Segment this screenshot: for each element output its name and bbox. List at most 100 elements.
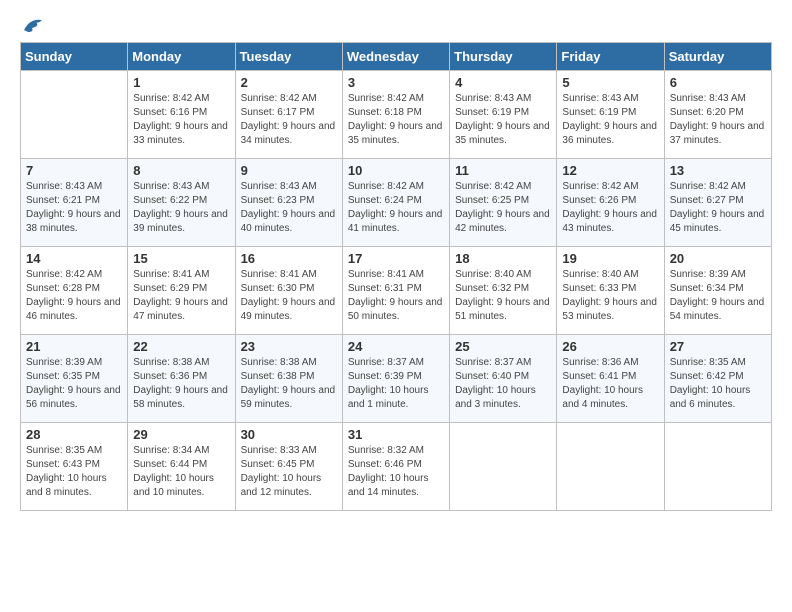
logo — [20, 16, 44, 34]
day-info: Sunrise: 8:40 AMSunset: 6:32 PMDaylight:… — [455, 268, 551, 324]
day-info: Sunrise: 8:42 AMSunset: 6:18 PMDaylight:… — [348, 92, 444, 148]
calendar-cell: 6Sunrise: 8:43 AMSunset: 6:20 PMDaylight… — [664, 71, 771, 159]
calendar-cell: 17 Sunrise: 8:41 AMSunset: 6:31 PMDayligh… — [342, 247, 449, 335]
calendar-table: SundayMondayTuesdayWednesdayThursdayFrid… — [20, 42, 772, 511]
day-info: Sunrise: 8:40 AMSunset: 6:33 PMDaylight:… — [562, 268, 658, 324]
day-info: Sunrise: 8:42 AMSunset: 6:24 PMDaylight:… — [348, 180, 444, 236]
day-number: 1 — [133, 75, 229, 90]
day-info: Sunrise: 8:39 AMSunset: 6:34 PMDaylight:… — [670, 268, 766, 324]
day-number: 25 — [455, 339, 551, 354]
day-number: 24 — [348, 339, 444, 354]
day-number: 2 — [241, 75, 337, 90]
day-number: 18 — [455, 251, 551, 266]
day-info: Sunrise: 8:34 AMSunset: 6:44 PMDaylight:… — [133, 444, 229, 500]
calendar-cell — [21, 71, 128, 159]
day-number: 23 — [241, 339, 337, 354]
day-number: 21 — [26, 339, 122, 354]
day-info: Sunrise: 8:42 AMSunset: 6:28 PMDaylight:… — [26, 268, 122, 324]
calendar-week-row: 28Sunrise: 8:35 AMSunset: 6:43 PMDayligh… — [21, 423, 772, 511]
logo-bird-icon — [22, 16, 44, 34]
day-info: Sunrise: 8:37 AMSunset: 6:39 PMDaylight:… — [348, 356, 444, 412]
day-header-saturday: Saturday — [664, 43, 771, 71]
day-number: 13 — [670, 163, 766, 178]
calendar-cell: 30 Sunrise: 8:33 AMSunset: 6:45 PMDayligh… — [235, 423, 342, 511]
calendar-header-row: SundayMondayTuesdayWednesdayThursdayFrid… — [21, 43, 772, 71]
calendar-cell: 9 Sunrise: 8:43 AMSunset: 6:23 PMDaylight… — [235, 159, 342, 247]
day-info: Sunrise: 8:41 AMSunset: 6:29 PMDaylight:… — [133, 268, 229, 324]
day-info: Sunrise: 8:42 AMSunset: 6:27 PMDaylight:… — [670, 180, 766, 236]
page-header — [20, 16, 772, 34]
day-number: 8 — [133, 163, 229, 178]
calendar-cell: 23 Sunrise: 8:38 AMSunset: 6:38 PMDayligh… — [235, 335, 342, 423]
calendar-cell: 28Sunrise: 8:35 AMSunset: 6:43 PMDayligh… — [21, 423, 128, 511]
day-header-thursday: Thursday — [450, 43, 557, 71]
calendar-cell: 5 Sunrise: 8:43 AMSunset: 6:19 PMDaylight… — [557, 71, 664, 159]
calendar-cell: 29 Sunrise: 8:34 AMSunset: 6:44 PMDayligh… — [128, 423, 235, 511]
day-info: Sunrise: 8:41 AMSunset: 6:30 PMDaylight:… — [241, 268, 337, 324]
calendar-week-row: 14 Sunrise: 8:42 AMSunset: 6:28 PMDayligh… — [21, 247, 772, 335]
calendar-cell: 12 Sunrise: 8:42 AMSunset: 6:26 PMDayligh… — [557, 159, 664, 247]
calendar-cell: 1Sunrise: 8:42 AMSunset: 6:16 PMDaylight… — [128, 71, 235, 159]
calendar-cell: 4 Sunrise: 8:43 AMSunset: 6:19 PMDaylight… — [450, 71, 557, 159]
calendar-cell: 21 Sunrise: 8:39 AMSunset: 6:35 PMDayligh… — [21, 335, 128, 423]
day-number: 15 — [133, 251, 229, 266]
day-header-sunday: Sunday — [21, 43, 128, 71]
day-number: 16 — [241, 251, 337, 266]
calendar-cell: 3 Sunrise: 8:42 AMSunset: 6:18 PMDaylight… — [342, 71, 449, 159]
day-info: Sunrise: 8:42 AMSunset: 6:26 PMDaylight:… — [562, 180, 658, 236]
day-number: 12 — [562, 163, 658, 178]
calendar-week-row: 1Sunrise: 8:42 AMSunset: 6:16 PMDaylight… — [21, 71, 772, 159]
day-header-friday: Friday — [557, 43, 664, 71]
day-info: Sunrise: 8:43 AMSunset: 6:19 PMDaylight:… — [562, 92, 658, 148]
day-number: 17 — [348, 251, 444, 266]
day-info: Sunrise: 8:33 AMSunset: 6:45 PMDaylight:… — [241, 444, 337, 500]
calendar-cell: 2Sunrise: 8:42 AMSunset: 6:17 PMDaylight… — [235, 71, 342, 159]
day-number: 3 — [348, 75, 444, 90]
calendar-cell: 7 Sunrise: 8:43 AMSunset: 6:21 PMDaylight… — [21, 159, 128, 247]
day-number: 11 — [455, 163, 551, 178]
day-number: 30 — [241, 427, 337, 442]
day-info: Sunrise: 8:43 AMSunset: 6:21 PMDaylight:… — [26, 180, 122, 236]
day-number: 7 — [26, 163, 122, 178]
day-info: Sunrise: 8:43 AMSunset: 6:20 PMDaylight:… — [670, 92, 766, 148]
day-info: Sunrise: 8:43 AMSunset: 6:23 PMDaylight:… — [241, 180, 337, 236]
day-number: 5 — [562, 75, 658, 90]
day-info: Sunrise: 8:36 AMSunset: 6:41 PMDaylight:… — [562, 356, 658, 412]
day-info: Sunrise: 8:41 AMSunset: 6:31 PMDaylight:… — [348, 268, 444, 324]
calendar-cell: 24 Sunrise: 8:37 AMSunset: 6:39 PMDayligh… — [342, 335, 449, 423]
day-number: 4 — [455, 75, 551, 90]
calendar-cell: 27 Sunrise: 8:35 AMSunset: 6:42 PMDayligh… — [664, 335, 771, 423]
day-number: 22 — [133, 339, 229, 354]
day-info: Sunrise: 8:38 AMSunset: 6:38 PMDaylight:… — [241, 356, 337, 412]
calendar-cell: 16 Sunrise: 8:41 AMSunset: 6:30 PMDayligh… — [235, 247, 342, 335]
calendar-cell: 25 Sunrise: 8:37 AMSunset: 6:40 PMDayligh… — [450, 335, 557, 423]
day-number: 14 — [26, 251, 122, 266]
calendar-cell: 10Sunrise: 8:42 AMSunset: 6:24 PMDayligh… — [342, 159, 449, 247]
calendar-cell: 15 Sunrise: 8:41 AMSunset: 6:29 PMDayligh… — [128, 247, 235, 335]
day-number: 31 — [348, 427, 444, 442]
calendar-cell: 8Sunrise: 8:43 AMSunset: 6:22 PMDaylight… — [128, 159, 235, 247]
day-header-monday: Monday — [128, 43, 235, 71]
day-header-wednesday: Wednesday — [342, 43, 449, 71]
day-number: 20 — [670, 251, 766, 266]
calendar-cell: 11Sunrise: 8:42 AMSunset: 6:25 PMDayligh… — [450, 159, 557, 247]
day-info: Sunrise: 8:35 AMSunset: 6:42 PMDaylight:… — [670, 356, 766, 412]
calendar-week-row: 21 Sunrise: 8:39 AMSunset: 6:35 PMDayligh… — [21, 335, 772, 423]
day-number: 27 — [670, 339, 766, 354]
day-number: 9 — [241, 163, 337, 178]
calendar-cell: 20 Sunrise: 8:39 AMSunset: 6:34 PMDayligh… — [664, 247, 771, 335]
day-info: Sunrise: 8:38 AMSunset: 6:36 PMDaylight:… — [133, 356, 229, 412]
day-number: 19 — [562, 251, 658, 266]
day-info: Sunrise: 8:37 AMSunset: 6:40 PMDaylight:… — [455, 356, 551, 412]
calendar-cell: 22 Sunrise: 8:38 AMSunset: 6:36 PMDayligh… — [128, 335, 235, 423]
day-info: Sunrise: 8:39 AMSunset: 6:35 PMDaylight:… — [26, 356, 122, 412]
day-number: 29 — [133, 427, 229, 442]
calendar-cell: 31Sunrise: 8:32 AMSunset: 6:46 PMDayligh… — [342, 423, 449, 511]
calendar-cell — [557, 423, 664, 511]
day-info: Sunrise: 8:43 AMSunset: 6:19 PMDaylight:… — [455, 92, 551, 148]
calendar-cell — [450, 423, 557, 511]
calendar-week-row: 7 Sunrise: 8:43 AMSunset: 6:21 PMDaylight… — [21, 159, 772, 247]
calendar-cell: 18 Sunrise: 8:40 AMSunset: 6:32 PMDayligh… — [450, 247, 557, 335]
calendar-cell: 14 Sunrise: 8:42 AMSunset: 6:28 PMDayligh… — [21, 247, 128, 335]
calendar-cell — [664, 423, 771, 511]
